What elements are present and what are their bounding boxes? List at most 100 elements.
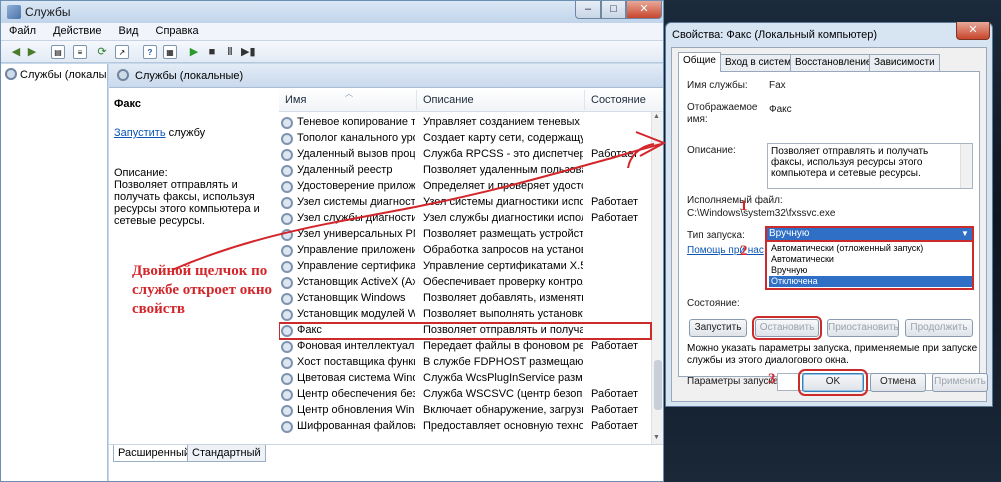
table-row[interactable]: Теневое копирование то... Управляет созда… — [279, 115, 651, 131]
table-row[interactable]: Факс Позволяет отправлять и получат... — [279, 322, 652, 340]
table-row[interactable]: Цветовая система Windo... Служба WcsPlugI… — [279, 371, 651, 387]
option-manual[interactable]: Вручную — [769, 265, 972, 276]
restart-icon[interactable]: ▶▮ — [241, 45, 256, 59]
chevron-down-icon[interactable]: ▼ — [961, 229, 969, 238]
tab-standard[interactable]: Стандартный — [187, 445, 266, 462]
tree-item-services[interactable]: Службы (локалы — [5, 68, 107, 84]
vertical-scrollbar[interactable]: ▲ ▼ — [651, 112, 663, 444]
tab-recovery[interactable]: Восстановление — [790, 54, 877, 72]
tab-logon[interactable]: Вход в систему — [720, 54, 802, 72]
table-row[interactable]: Узел системы диагности... Узел системы ди… — [279, 195, 651, 211]
forward-arrow-icon[interactable]: ▶ — [25, 45, 39, 59]
tab-dependencies[interactable]: Зависимости — [869, 54, 940, 72]
dialog-close-button[interactable]: ✕ — [956, 22, 990, 40]
start-service-line: Запустить службу — [114, 127, 205, 139]
service-name-cell: Фоновая интеллектуаль... — [297, 340, 415, 352]
help-icon[interactable]: ? — [143, 45, 157, 59]
properties-icon[interactable]: ≡ — [73, 45, 87, 59]
stop-icon[interactable]: ■ — [205, 45, 219, 59]
service-description-cell: Узел службы диагностики исполь... — [423, 212, 583, 224]
table-row[interactable]: Узел службы диагностики Узел службы диагн… — [279, 211, 651, 227]
export-icon[interactable]: ↗ — [115, 45, 129, 59]
close-button[interactable]: ✕ — [626, 1, 662, 19]
services-titlebar[interactable]: Службы – □ ✕ — [1, 1, 663, 23]
column-header-status[interactable]: Состояние — [591, 94, 646, 106]
table-row[interactable]: Фоновая интеллектуаль... Передает файлы в… — [279, 339, 651, 355]
scroll-down-icon[interactable]: ▼ — [653, 434, 660, 441]
menu-file[interactable]: Файл — [1, 23, 42, 37]
column-header-name[interactable]: Имя — [285, 94, 306, 106]
gear-icon — [281, 197, 293, 209]
table-row[interactable]: Установщик модулей Wi... Позволяет выполн… — [279, 307, 651, 323]
description-box: Позволяет отправлять и получать факсы, и… — [767, 143, 973, 189]
table-row[interactable]: Установщик ActiveX (AxI... Обеспечивает п… — [279, 275, 651, 291]
startup-type-dropdown: Автоматически (отложенный запуск) Автома… — [765, 242, 974, 290]
table-row[interactable]: Удостоверение приложе... Определяет и про… — [279, 179, 651, 195]
gear-icon — [281, 245, 293, 257]
column-header-description[interactable]: Описание — [423, 94, 474, 106]
step-number-2: 2 — [740, 243, 748, 259]
option-auto-delayed[interactable]: Автоматически (отложенный запуск) — [769, 243, 972, 254]
gear-icon — [281, 293, 293, 305]
play-icon[interactable]: ▶ — [187, 45, 201, 59]
service-name-cell: Удостоверение приложе... — [297, 180, 415, 192]
console-tree: Службы (локалы — [1, 64, 108, 481]
tab-extended[interactable]: Расширенный — [113, 445, 195, 462]
gear-icon — [281, 389, 293, 401]
maximize-button[interactable]: □ — [601, 1, 626, 19]
apply-button[interactable]: Применить — [932, 373, 988, 392]
refresh-icon[interactable]: ⟳ — [95, 45, 109, 59]
pause-icon[interactable]: ‖ — [223, 45, 237, 59]
column-divider[interactable] — [416, 90, 417, 110]
start-service-link[interactable]: Запустить — [114, 127, 166, 139]
table-row[interactable]: Узел универсальных PNP... Позволяет разме… — [279, 227, 651, 243]
back-arrow-icon[interactable]: ◀ — [9, 45, 23, 59]
general-tab-panel: Имя службы: Fax Отображаемое имя: Факс О… — [678, 71, 980, 391]
scroll-up-icon[interactable]: ▲ — [653, 113, 660, 120]
tab-general[interactable]: Общие — [678, 52, 721, 72]
table-row[interactable]: Центр обновления Wind... Включает обнаруж… — [279, 403, 651, 419]
table-row[interactable]: Шифрованная файловая ... Предоставляет ос… — [279, 419, 651, 435]
start-button[interactable]: Запустить — [689, 319, 747, 337]
column-divider[interactable] — [584, 90, 585, 110]
service-status-cell: Работает — [591, 212, 639, 224]
service-name-cell: Центр обновления Wind... — [297, 404, 415, 416]
startup-type-select[interactable]: Вручную ▼ — [765, 226, 974, 242]
table-row[interactable]: Удаленный вызов проце... Служба RPCSS - э… — [279, 147, 651, 163]
table-row[interactable]: Управление сертификата... Управление серт… — [279, 259, 651, 275]
stop-button[interactable]: Остановить — [752, 316, 822, 340]
service-description-cell: Позволяет выполнять установку, ... — [423, 308, 583, 320]
menu-help[interactable]: Справка — [148, 23, 205, 37]
table-row[interactable]: Хост поставщика функц... В службе FDPHOST… — [279, 355, 651, 371]
description-scrollbar[interactable] — [960, 144, 972, 188]
service-name-cell: Шифрованная файловая ... — [297, 420, 415, 432]
table-row[interactable]: Удаленный реестр Позволяет удаленным поль… — [279, 163, 651, 179]
startup-help-link[interactable]: Помощь при нас — [687, 245, 765, 256]
option-disabled[interactable]: Отключена — [769, 276, 972, 287]
service-name-cell: Узел универсальных PNP... — [297, 228, 415, 240]
table-row[interactable]: Центр обеспечения безо... Служба WSCSVC (… — [279, 387, 651, 403]
minimize-button[interactable]: – — [575, 1, 601, 19]
service-name-value: Fax — [769, 80, 786, 91]
scrollbar-thumb[interactable] — [654, 360, 662, 410]
console-icon[interactable]: ▦ — [163, 45, 177, 59]
resume-button[interactable]: Продолжить — [905, 319, 973, 337]
service-name-cell: Теневое копирование то... — [297, 116, 415, 128]
service-name-cell: Установщик ActiveX (AxI... — [297, 276, 415, 288]
pause-button[interactable]: Приостановить — [827, 319, 899, 337]
console-tree-icon[interactable]: ▤ — [51, 45, 65, 59]
startup-type-label: Тип запуска: — [687, 230, 745, 241]
option-auto[interactable]: Автоматически — [769, 254, 972, 265]
services-list: ︿ Имя Описание Состояние ▲ ▼ Теневое коп… — [279, 88, 663, 444]
cancel-button[interactable]: Отмена — [870, 373, 926, 392]
ok-button[interactable]: OK — [798, 369, 868, 396]
service-name-cell: Цветовая система Windo... — [297, 372, 415, 384]
gear-icon — [281, 117, 293, 129]
service-name-cell: Узел службы диагностики — [297, 212, 415, 224]
table-row[interactable]: Тополог канального уро... Создает карту с… — [279, 131, 651, 147]
menu-action[interactable]: Действие — [45, 23, 107, 37]
menu-view[interactable]: Вид — [111, 23, 145, 37]
service-description-cell: Позволяет отправлять и получат... — [423, 324, 583, 336]
table-row[interactable]: Управление приложения... Обработка запрос… — [279, 243, 651, 259]
table-row[interactable]: Установщик Windows Позволяет добавлять, и… — [279, 291, 651, 307]
